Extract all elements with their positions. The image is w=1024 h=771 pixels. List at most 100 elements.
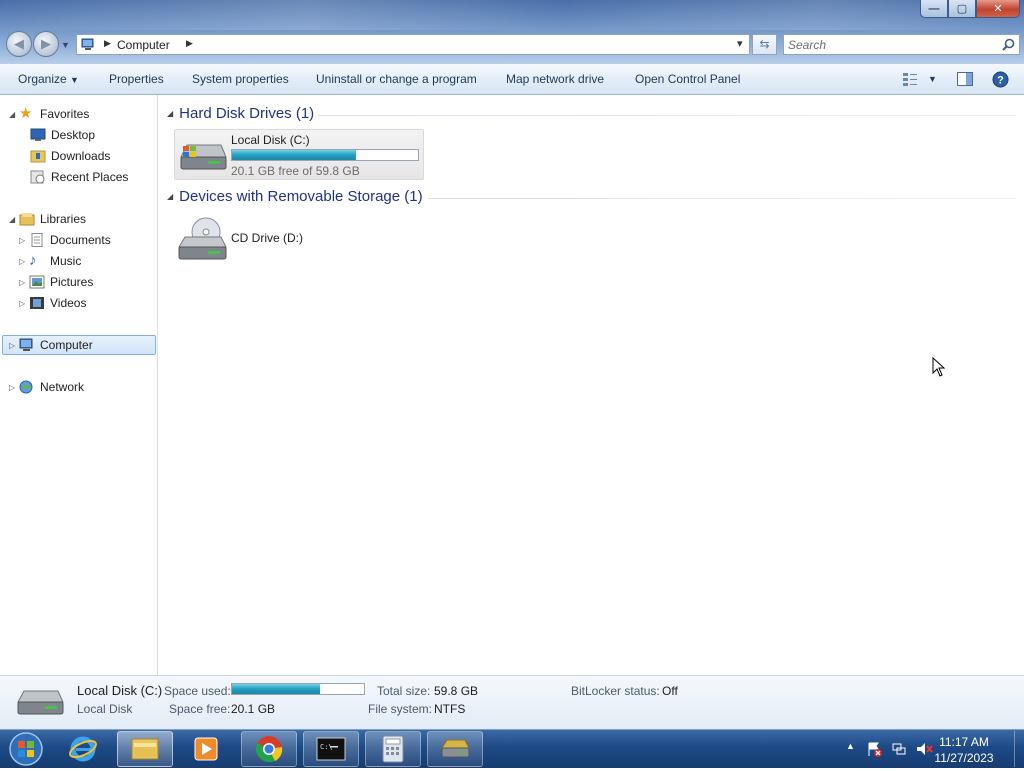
pictures-icon <box>29 275 45 289</box>
action-center-flag-icon[interactable] <box>866 741 882 757</box>
maximize-button[interactable]: ▢ <box>948 0 976 18</box>
collapse-arrow-icon[interactable]: ◢ <box>167 109 173 118</box>
details-title: Local Disk (C:) <box>77 683 163 698</box>
expand-arrow-icon[interactable]: ▷ <box>19 236 29 245</box>
taskbar-windows-explorer[interactable] <box>117 731 173 767</box>
sidebar-item-network[interactable]: ▷ Network <box>9 377 84 397</box>
sidebar-label: Documents <box>50 233 111 247</box>
taskbar-chrome[interactable] <box>241 731 297 767</box>
sidebar-label: Downloads <box>51 149 111 163</box>
drive-name: Local Disk (C:) <box>231 133 310 147</box>
view-options-icon[interactable] <box>902 72 918 86</box>
space-free-value: 20.1 GB <box>231 702 276 716</box>
close-button[interactable]: ✕ <box>976 0 1020 18</box>
expand-arrow-icon[interactable]: ▷ <box>19 257 29 266</box>
back-arrow-icon: ◀ <box>14 36 24 51</box>
uninstall-program-button[interactable]: Uninstall or change a program <box>316 72 477 86</box>
expand-arrow-icon[interactable]: ▷ <box>19 299 29 308</box>
group-title: Devices with Removable Storage (1) <box>179 188 423 205</box>
open-control-panel-button[interactable]: Open Control Panel <box>635 72 740 86</box>
downloads-folder-icon <box>30 150 46 163</box>
drive-tool-icon <box>441 739 470 758</box>
sidebar-label: Pictures <box>50 275 94 289</box>
breadcrumb-computer[interactable]: Computer <box>117 38 170 52</box>
window-controls: — ▢ ✕ <box>920 0 1020 19</box>
hard-drive-windows-icon <box>180 144 227 170</box>
cd-drive-icon <box>178 217 227 260</box>
address-dropdown-icon[interactable]: ▾ <box>737 37 743 50</box>
clock-date: 11/27/2023 <box>934 751 994 765</box>
back-button[interactable]: ◀ <box>6 31 32 57</box>
desktop-icon <box>30 128 46 141</box>
sidebar-item-downloads[interactable]: Downloads <box>30 146 110 166</box>
search-input[interactable]: Search <box>783 34 1020 55</box>
expand-arrow-icon[interactable]: ◢ <box>9 110 19 119</box>
sidebar-item-pictures[interactable]: ▷ Pictures <box>19 272 93 292</box>
sidebar-item-music[interactable]: ▷ ♪ Music <box>19 251 81 271</box>
expand-arrow-icon[interactable]: ◢ <box>9 215 19 224</box>
internet-explorer-icon <box>69 736 97 762</box>
space-free-label: Space free: <box>169 702 231 716</box>
taskbar-media-player[interactable] <box>178 731 234 767</box>
sidebar-item-computer[interactable]: ▷ Computer <box>9 335 93 355</box>
drive-name: CD Drive (D:) <box>231 231 303 245</box>
organize-menu[interactable]: Organize ▼ <box>18 72 79 86</box>
show-desktop-button[interactable] <box>1014 731 1024 767</box>
sidebar-label: Desktop <box>51 128 96 142</box>
help-icon[interactable]: ? <box>992 71 1009 88</box>
space-used-bar <box>231 683 365 695</box>
taskbar-internet-explorer[interactable] <box>55 731 111 767</box>
libraries-icon <box>19 213 35 226</box>
command-prompt-icon: C:\ <box>316 737 346 761</box>
recent-pages-dropdown[interactable]: ▼ <box>61 40 70 50</box>
drive-tile-cd-drive-d[interactable]: CD Drive (D:) <box>174 213 424 265</box>
group-title: Hard Disk Drives (1) <box>179 105 315 122</box>
start-button[interactable] <box>6 730 46 768</box>
search-icon[interactable] <box>1002 38 1015 51</box>
network-globe-icon <box>19 380 33 394</box>
preview-pane-icon[interactable] <box>957 72 973 86</box>
taskbar-calculator[interactable] <box>365 731 421 767</box>
view-dropdown-icon[interactable]: ▼ <box>928 74 937 84</box>
expand-arrow-icon[interactable]: ▷ <box>19 278 29 287</box>
forward-arrow-icon: ▶ <box>41 36 51 51</box>
collapse-arrow-icon[interactable]: ◢ <box>167 192 173 201</box>
taskbar-drive-tool[interactable] <box>427 731 483 767</box>
bitlocker-value: Off <box>662 684 678 698</box>
expand-arrow-icon[interactable]: ▷ <box>9 383 19 392</box>
forward-button[interactable]: ▶ <box>33 31 59 57</box>
svg-text:?: ? <box>997 75 1004 87</box>
group-divider <box>318 115 1016 116</box>
file-system-label: File system: <box>368 702 433 716</box>
properties-button[interactable]: Properties <box>109 72 164 86</box>
sidebar-favorites[interactable]: ◢ ★ Favorites <box>9 104 89 124</box>
sidebar-label: Recent Places <box>51 170 129 184</box>
refresh-button[interactable]: ⇆ <box>752 34 777 55</box>
network-status-icon[interactable] <box>891 741 907 757</box>
hard-drive-icon <box>17 690 64 715</box>
sidebar-item-videos[interactable]: ▷ Videos <box>19 293 86 313</box>
group-header-hard-disk-drives[interactable]: ◢ Hard Disk Drives (1) <box>167 105 314 122</box>
mouse-cursor-icon <box>932 357 946 377</box>
sidebar-item-desktop[interactable]: Desktop <box>30 125 95 145</box>
address-bar[interactable]: ▶ Computer ▶ ▾ <box>76 34 750 55</box>
group-header-removable-storage[interactable]: ◢ Devices with Removable Storage (1) <box>167 188 423 205</box>
show-hidden-icons-button[interactable]: ▲ <box>846 741 855 751</box>
sidebar-label: Network <box>40 380 85 394</box>
system-properties-button[interactable]: System properties <box>192 72 289 86</box>
sidebar-libraries[interactable]: ◢ Libraries <box>9 209 86 229</box>
sidebar-item-documents[interactable]: ▷ Documents <box>19 230 111 250</box>
sidebar-label: Libraries <box>40 212 87 226</box>
drive-tile-local-disk-c[interactable]: Local Disk (C:) 20.1 GB free of 59.8 GB <box>174 129 424 180</box>
expand-arrow-icon[interactable]: ▷ <box>9 341 19 350</box>
minimize-button[interactable]: — <box>920 0 948 18</box>
videos-film-icon <box>30 297 44 309</box>
taskbar-clock[interactable]: 11:17 AM 11/27/2023 <box>924 734 1004 766</box>
map-network-drive-button[interactable]: Map network drive <box>506 72 604 86</box>
computer-icon <box>81 38 94 50</box>
sidebar-label: Music <box>50 254 82 268</box>
sidebar-item-recent-places[interactable]: Recent Places <box>30 167 128 187</box>
calculator-icon <box>382 735 404 763</box>
breadcrumb-chevron[interactable]: ▶ <box>186 38 193 49</box>
taskbar-command-prompt[interactable]: C:\ <box>303 731 359 767</box>
